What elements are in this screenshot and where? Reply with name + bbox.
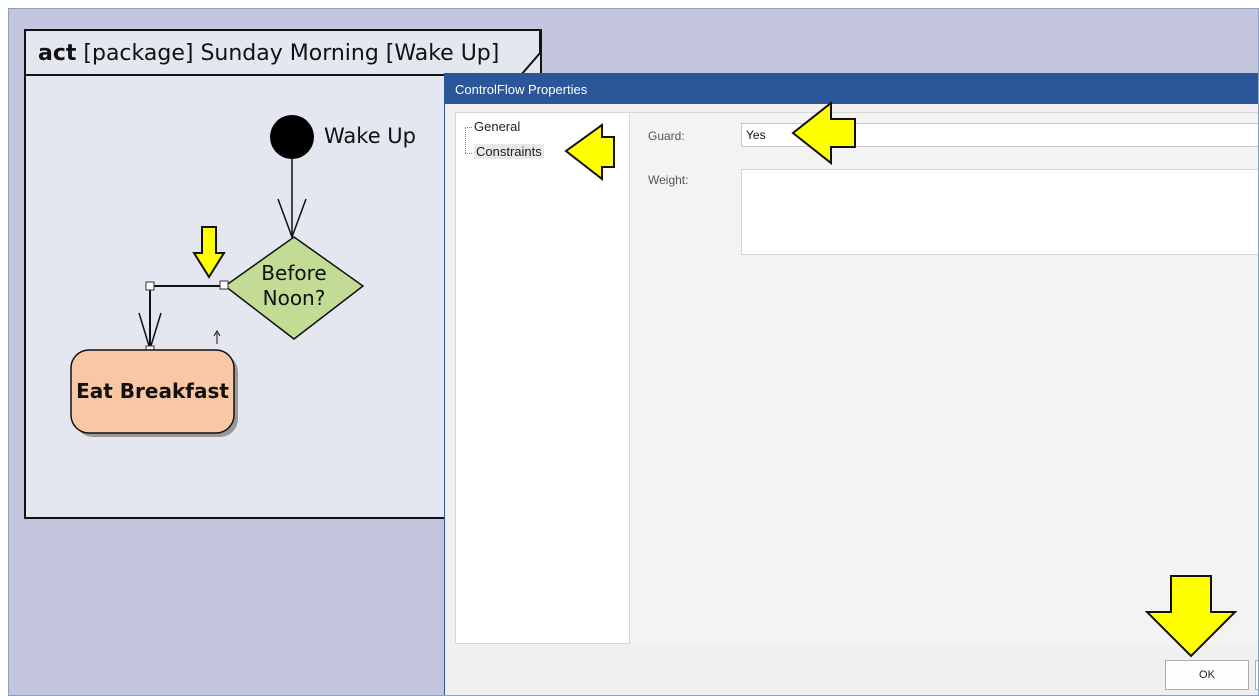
highlight-arrow-left-icon	[564, 123, 615, 182]
tree-connector	[465, 127, 472, 128]
tree-item-constraints[interactable]: Constraints	[474, 144, 544, 159]
guard-label: Guard:	[648, 129, 685, 143]
selection-handle[interactable]	[219, 280, 229, 290]
action-label: Eat Breakfast	[76, 379, 229, 403]
tree-connector	[465, 153, 472, 154]
control-flow-decision-to-breakfast[interactable]	[149, 285, 225, 350]
diagram-canvas: act [package] Sunday Morning [Wake Up] W…	[8, 8, 1259, 696]
ok-button[interactable]: OK	[1165, 660, 1249, 690]
tree-item-general[interactable]: General	[474, 119, 520, 134]
initial-node[interactable]	[270, 115, 314, 159]
property-tree: General Constraints	[455, 112, 630, 644]
controlflow-properties-dialog: ControlFlow Properties General Constrain…	[444, 73, 1258, 695]
decision-label-line2: Noon?	[262, 286, 326, 310]
dialog-title: ControlFlow Properties	[455, 82, 588, 97]
constraints-panel: Guard: Weight:	[630, 112, 1258, 644]
tree-connector	[465, 127, 474, 153]
selection-handle[interactable]	[145, 281, 155, 291]
highlight-arrow-down-icon	[192, 226, 226, 279]
highlight-arrow-left-icon	[791, 100, 856, 166]
cancel-button[interactable]	[1255, 660, 1258, 690]
initial-node-label: Wake Up	[324, 124, 416, 148]
weight-label: Weight:	[648, 173, 689, 187]
highlight-arrow-down-icon	[1145, 575, 1238, 658]
weight-input[interactable]	[741, 169, 1258, 255]
decision-label-line1: Before	[261, 261, 327, 285]
